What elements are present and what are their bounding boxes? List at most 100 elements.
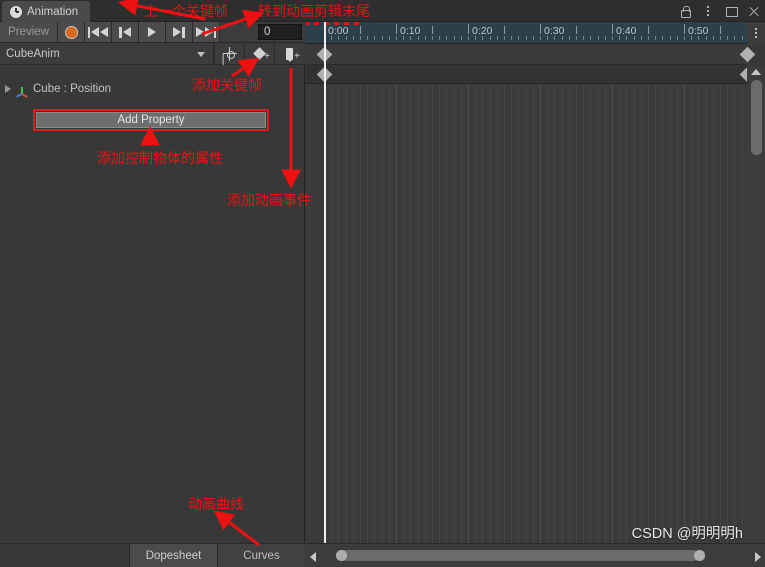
ruler-minor-tick bbox=[598, 36, 599, 40]
ruler-minor-tick bbox=[655, 36, 656, 40]
ruler-minor-tick bbox=[583, 36, 584, 40]
prev-keyframe-button[interactable] bbox=[112, 22, 139, 42]
close-icon[interactable] bbox=[747, 4, 761, 18]
vertical-scrollbar-thumb[interactable] bbox=[751, 80, 762, 155]
grid-line bbox=[367, 84, 368, 543]
ruler-major-tick bbox=[468, 24, 469, 34]
grid-line bbox=[605, 84, 606, 543]
grid-line bbox=[425, 84, 426, 543]
frame-input[interactable]: 0 bbox=[258, 24, 302, 40]
chevron-down-icon bbox=[197, 52, 205, 57]
scroll-right-icon[interactable] bbox=[755, 552, 761, 562]
next-keyframe-button[interactable] bbox=[166, 22, 193, 42]
dopesheet-grid[interactable] bbox=[306, 84, 747, 543]
grid-line bbox=[540, 84, 541, 543]
preview-button[interactable]: Preview bbox=[0, 22, 58, 42]
grid-line bbox=[526, 84, 527, 543]
ruler-half-tick bbox=[432, 26, 433, 34]
kebab-menu-icon[interactable] bbox=[701, 4, 715, 18]
timeline-ruler[interactable]: 0:00 0:10 0:20 0:30 0:40 0:50 bbox=[306, 22, 747, 44]
tab-curves[interactable]: Curves bbox=[217, 544, 305, 567]
grid-line bbox=[418, 84, 419, 543]
ruler-minor-tick bbox=[389, 36, 390, 40]
last-keyframe-button[interactable] bbox=[193, 22, 220, 42]
ruler-minor-tick bbox=[713, 36, 714, 40]
clip-range-marker bbox=[354, 22, 359, 25]
ruler-half-tick bbox=[504, 26, 505, 34]
grid-line bbox=[583, 84, 584, 543]
animation-window: Animation Preview 0 CubeAnim + + Cube: … bbox=[0, 0, 765, 567]
scrollbar-handle-right[interactable] bbox=[694, 550, 705, 561]
add-keyframe-button[interactable]: + bbox=[244, 43, 274, 64]
grid-line bbox=[727, 84, 728, 543]
timeline-options-menu[interactable] bbox=[747, 22, 765, 44]
tab-animation[interactable]: Animation bbox=[2, 1, 91, 22]
grid-line bbox=[468, 84, 469, 543]
grid-line bbox=[454, 84, 455, 543]
lock-icon[interactable] bbox=[678, 4, 692, 18]
hierarchy-row-cube-position[interactable]: Cube : Position bbox=[0, 80, 111, 98]
grid-line bbox=[511, 84, 512, 543]
grid-line bbox=[410, 84, 411, 543]
play-button[interactable] bbox=[139, 22, 166, 42]
kebab-menu-icon bbox=[755, 28, 757, 30]
plus-icon: + bbox=[264, 51, 270, 62]
ruler-major-tick bbox=[684, 24, 685, 34]
ruler-minor-tick bbox=[526, 36, 527, 40]
horizontal-scrollbar[interactable] bbox=[306, 543, 765, 567]
ruler-minor-tick bbox=[504, 36, 505, 40]
ruler-minor-tick bbox=[425, 36, 426, 40]
ruler-minor-tick bbox=[374, 36, 375, 40]
clip-range-marker bbox=[314, 22, 319, 25]
add-property-highlight: Add Property bbox=[33, 109, 269, 131]
ruler-minor-tick bbox=[684, 36, 685, 40]
grid-line bbox=[706, 84, 707, 543]
scrollbar-handle-left[interactable] bbox=[336, 550, 347, 561]
grid-line bbox=[626, 84, 627, 543]
first-keyframe-button[interactable] bbox=[85, 22, 112, 42]
playhead[interactable] bbox=[324, 22, 326, 543]
annotation-add-animation-event: 添加动画事件 bbox=[227, 193, 311, 209]
window-titlebar: Animation bbox=[0, 0, 765, 22]
add-property-button[interactable]: Add Property bbox=[36, 112, 266, 128]
ruler-minor-tick bbox=[540, 36, 541, 40]
dopesheet-summary-row[interactable] bbox=[306, 44, 756, 65]
grid-line bbox=[554, 84, 555, 543]
grid-line bbox=[655, 84, 656, 543]
grid-line bbox=[432, 84, 433, 543]
grid-line bbox=[648, 84, 649, 543]
vertical-scrollbar[interactable] bbox=[747, 66, 765, 543]
ruler-minor-tick bbox=[612, 36, 613, 40]
event-marker-icon bbox=[286, 47, 293, 60]
grid-line bbox=[562, 84, 563, 543]
annotation-prev-keyframe: 上一个关键帧 bbox=[144, 4, 228, 20]
add-property-label: Add Property bbox=[117, 114, 185, 126]
scroll-up-icon[interactable] bbox=[751, 69, 761, 75]
add-keyframe-target-button[interactable] bbox=[214, 43, 244, 64]
clip-range-marker bbox=[306, 22, 309, 25]
horizontal-scrollbar-thumb[interactable] bbox=[340, 550, 698, 561]
grid-line bbox=[490, 84, 491, 543]
grid-line bbox=[576, 84, 577, 543]
add-event-button[interactable]: + bbox=[274, 43, 304, 64]
ruler-half-tick bbox=[576, 26, 577, 34]
grid-line bbox=[590, 84, 591, 543]
transform-axis-icon bbox=[15, 83, 29, 98]
ruler-minor-tick bbox=[454, 36, 455, 40]
ruler-minor-tick bbox=[742, 36, 743, 40]
scroll-left-icon[interactable] bbox=[310, 552, 316, 562]
plus-icon: + bbox=[294, 51, 300, 62]
tab-dopesheet[interactable]: Dopesheet bbox=[129, 544, 217, 567]
ruler-minor-tick bbox=[590, 36, 591, 40]
ruler-minor-tick bbox=[569, 36, 570, 40]
ruler-major-tick bbox=[612, 24, 613, 34]
dopesheet-track-row[interactable] bbox=[306, 65, 756, 84]
clip-dropdown[interactable]: CubeAnim bbox=[0, 43, 214, 64]
chevron-right-icon[interactable] bbox=[5, 85, 11, 93]
grid-line bbox=[518, 84, 519, 543]
keyframe-marker[interactable] bbox=[739, 46, 756, 63]
maximize-icon[interactable] bbox=[724, 4, 738, 18]
grid-line bbox=[734, 84, 735, 543]
annotation-goto-clip-end: 转到动画剪辑末尾 bbox=[258, 4, 370, 20]
record-button[interactable] bbox=[58, 22, 85, 42]
